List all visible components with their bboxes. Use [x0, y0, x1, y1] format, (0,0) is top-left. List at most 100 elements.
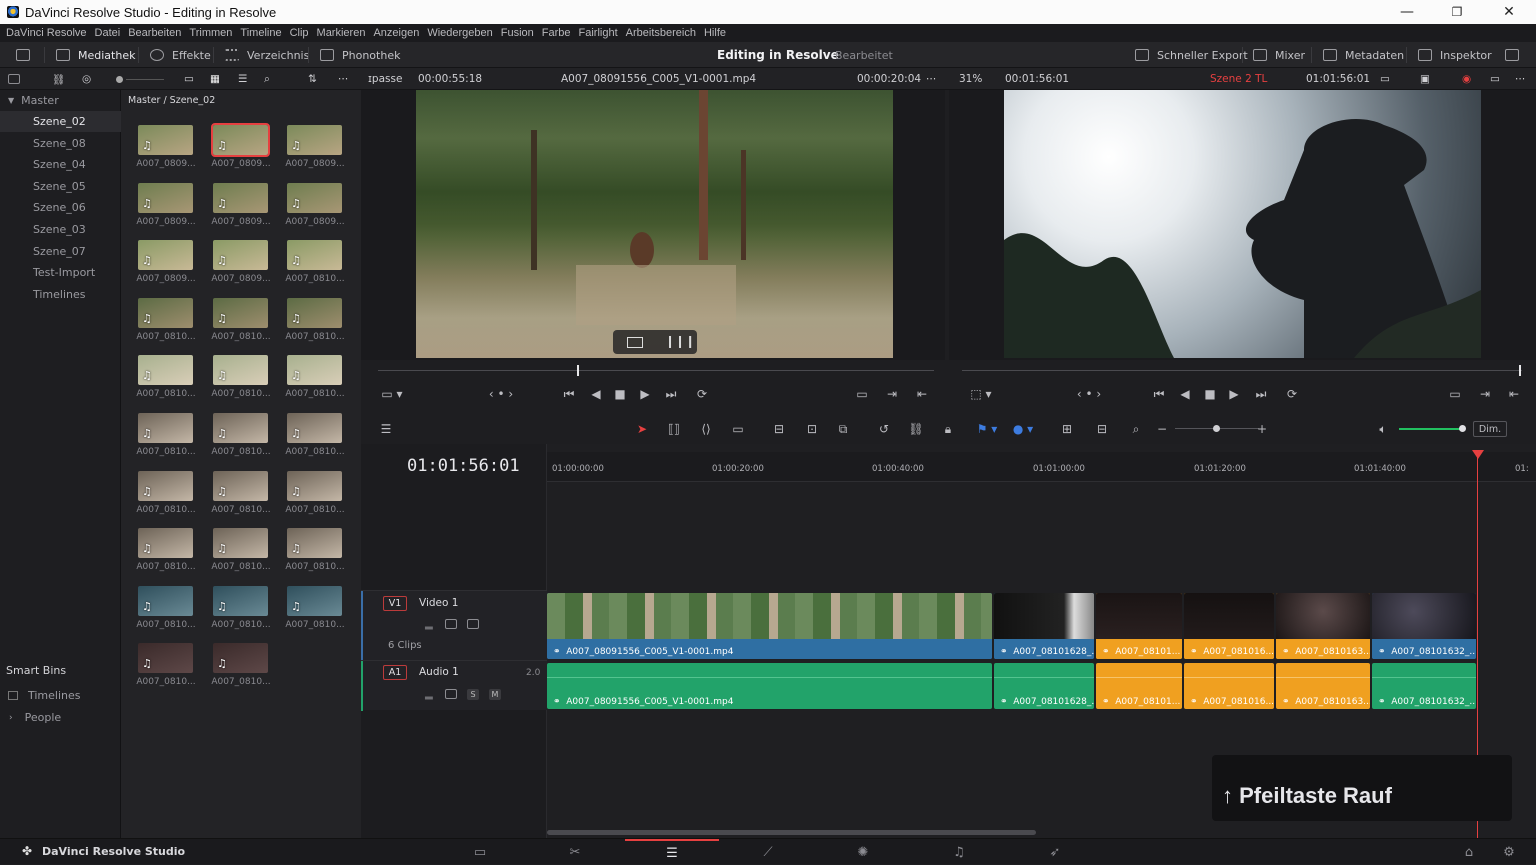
menu-markieren[interactable]: Markieren: [317, 27, 366, 39]
video-clip[interactable]: ⚭ A007_08101628_...: [994, 593, 1094, 659]
minimize-button[interactable]: —: [1384, 0, 1430, 24]
fit-dropdown[interactable]: ɪpasse: [368, 68, 402, 90]
settings-icon[interactable]: ⚙: [1462, 839, 1536, 865]
clip-thumbnail[interactable]: ♫: [138, 413, 193, 443]
play-reverse-icon[interactable]: ◀: [1174, 379, 1196, 409]
timeline-viewer-playhead[interactable]: [1519, 365, 1521, 376]
fairlight-page-icon[interactable]: ♫: [912, 839, 1006, 865]
menu-hilfe[interactable]: Hilfe: [704, 27, 726, 39]
clip-thumbnail[interactable]: ♫: [213, 182, 268, 213]
menu-fusion[interactable]: Fusion: [501, 27, 534, 39]
smart-bins-header[interactable]: Smart Bins: [0, 660, 121, 681]
timeline-ruler[interactable]: 01:00:00:00 01:00:20:00 01:00:40:00 01:0…: [547, 452, 1536, 482]
clip-thumbnail[interactable]: ♫: [287, 297, 342, 328]
flag-icon[interactable]: ⚑ ▾: [973, 414, 1001, 444]
audio-clip[interactable]: ⚭ A007_0810163...: [1276, 663, 1370, 709]
audio-clip[interactable]: ⚭ A007_081016...: [1184, 663, 1274, 709]
bin-item[interactable]: Szene_04: [0, 154, 121, 175]
video-clip[interactable]: ⚭ A007_081016...: [1184, 593, 1274, 659]
menu-davinci[interactable]: DaVinci Resolve: [6, 27, 87, 39]
expand-icon[interactable]: [1505, 42, 1519, 68]
video-track-header[interactable]: V1 Video 1 ▂ 6 Clips: [361, 590, 547, 661]
lock-icon[interactable]: ▂: [425, 689, 433, 700]
audio-track-header[interactable]: A1 Audio 1 2.0 ▂ S M: [361, 660, 547, 711]
zoom-detail-icon[interactable]: ⊟: [1091, 414, 1113, 444]
metadata-button[interactable]: Metadaten: [1323, 42, 1404, 68]
color-icon[interactable]: ◉: [1462, 68, 1471, 90]
clip-thumbnail[interactable]: ♫: [138, 297, 193, 328]
grid-view-icon[interactable]: ▦: [210, 68, 220, 90]
search-icon[interactable]: ⌕: [264, 68, 270, 90]
close-button[interactable]: ✕: [1486, 0, 1532, 24]
clip-thumbnail[interactable]: ♫: [287, 125, 342, 155]
snapping-icon[interactable]: ↺: [873, 414, 895, 444]
clip-thumbnail[interactable]: ♫: [287, 355, 342, 386]
smart-bin-timelines[interactable]: Timelines: [0, 685, 121, 706]
go-to-start-icon[interactable]: ⏮: [557, 379, 581, 409]
inspector-button[interactable]: Inspektor: [1418, 42, 1492, 68]
master-bin[interactable]: ▼ Master: [0, 90, 121, 111]
zoom-in-icon[interactable]: +: [1253, 414, 1271, 444]
mark-in-icon[interactable]: ⇥: [881, 379, 903, 409]
deliver-page-icon[interactable]: ➶: [1008, 839, 1102, 865]
fusion-page-icon[interactable]: ⟋: [721, 839, 815, 865]
menu-trimmen[interactable]: Trimmen: [189, 27, 232, 39]
clip-thumbnail[interactable]: ♫: [213, 470, 268, 501]
mark-out-icon[interactable]: ⇤: [1503, 379, 1525, 409]
menu-clip[interactable]: Clip: [290, 27, 309, 39]
layout-icon[interactable]: [16, 42, 30, 68]
video-clip[interactable]: ⚭ A007_0810163...: [1276, 593, 1370, 659]
bin-item[interactable]: Szene_07: [0, 241, 121, 262]
auto-select-icon[interactable]: [445, 689, 457, 699]
source-playhead[interactable]: [577, 365, 579, 376]
source-viewer[interactable]: ❙❙❙: [416, 90, 893, 358]
quick-export-button[interactable]: Schneller Export: [1135, 42, 1248, 68]
filter-icon[interactable]: ◎: [82, 68, 91, 90]
zoom-dropdown[interactable]: 31%: [959, 68, 982, 90]
timeline-viewer[interactable]: [1004, 90, 1481, 358]
link-icon[interactable]: ⛓: [52, 68, 65, 90]
jog-icon[interactable]: ‹ • ›: [481, 379, 521, 409]
clip-thumbnail[interactable]: ♫: [138, 643, 193, 674]
zoom-slider-handle[interactable]: [1213, 425, 1220, 432]
clip-thumbnail[interactable]: ♫: [287, 585, 342, 616]
go-to-start-icon[interactable]: ⏮: [1147, 379, 1171, 409]
clip-thumbnail[interactable]: ♫: [138, 355, 193, 386]
volume-handle[interactable]: [1459, 425, 1466, 432]
edit-page-icon[interactable]: ☰: [625, 839, 719, 865]
thumb-size-slider[interactable]: [116, 68, 164, 90]
media-page-icon[interactable]: ▭: [433, 839, 527, 865]
play-reverse-icon[interactable]: ◀: [585, 379, 607, 409]
viewer-options-icon[interactable]: ▭ ▾: [377, 379, 407, 409]
panel-toggle-icon[interactable]: [8, 68, 20, 90]
menu-arbeitsbereich[interactable]: Arbeitsbereich: [626, 27, 696, 39]
smart-bin-people[interactable]: › People: [0, 707, 121, 728]
cinema-view-icon[interactable]: ▭: [1490, 68, 1500, 90]
volume-slider[interactable]: [1399, 428, 1461, 430]
more-options-icon[interactable]: ⋯: [1515, 68, 1526, 90]
bin-item[interactable]: Szene_03: [0, 219, 121, 240]
clip-thumbnail[interactable]: ♫: [138, 182, 193, 213]
lock-icon[interactable]: ▂: [425, 619, 433, 630]
loop-icon[interactable]: ⟳: [691, 379, 713, 409]
go-to-end-icon[interactable]: ⏭: [659, 379, 683, 409]
maximize-button[interactable]: ❐: [1434, 0, 1480, 24]
clip-thumbnail[interactable]: ♫: [287, 182, 342, 213]
volume-icon[interactable]: 🔈︎: [1373, 414, 1393, 444]
a1-tag[interactable]: A1: [383, 665, 407, 680]
list-view-icon[interactable]: ☰: [238, 68, 247, 90]
mixer-button[interactable]: Mixer: [1253, 42, 1305, 68]
match-frame-icon[interactable]: ▭: [1444, 379, 1466, 409]
bin-item[interactable]: Timelines: [0, 284, 121, 305]
clip-thumbnail[interactable]: ♫: [287, 240, 342, 271]
stop-icon[interactable]: ■: [1199, 379, 1221, 409]
video-clip[interactable]: ⚭ A007_08091556_C005_V1-0001.mp4: [547, 593, 992, 659]
menu-bearbeiten[interactable]: Bearbeiten: [128, 27, 181, 39]
menu-anzeigen[interactable]: Anzeigen: [373, 27, 419, 39]
clip-thumbnail[interactable]: ♫: [287, 470, 342, 501]
clip-thumbnail[interactable]: ♫: [213, 297, 268, 328]
overlay-icon[interactable]: ▣: [1420, 68, 1430, 90]
clip-thumbnail[interactable]: ♫: [213, 355, 268, 386]
more-options-icon[interactable]: ⋯: [926, 68, 937, 90]
clip-thumbnail[interactable]: ♫: [213, 585, 268, 616]
